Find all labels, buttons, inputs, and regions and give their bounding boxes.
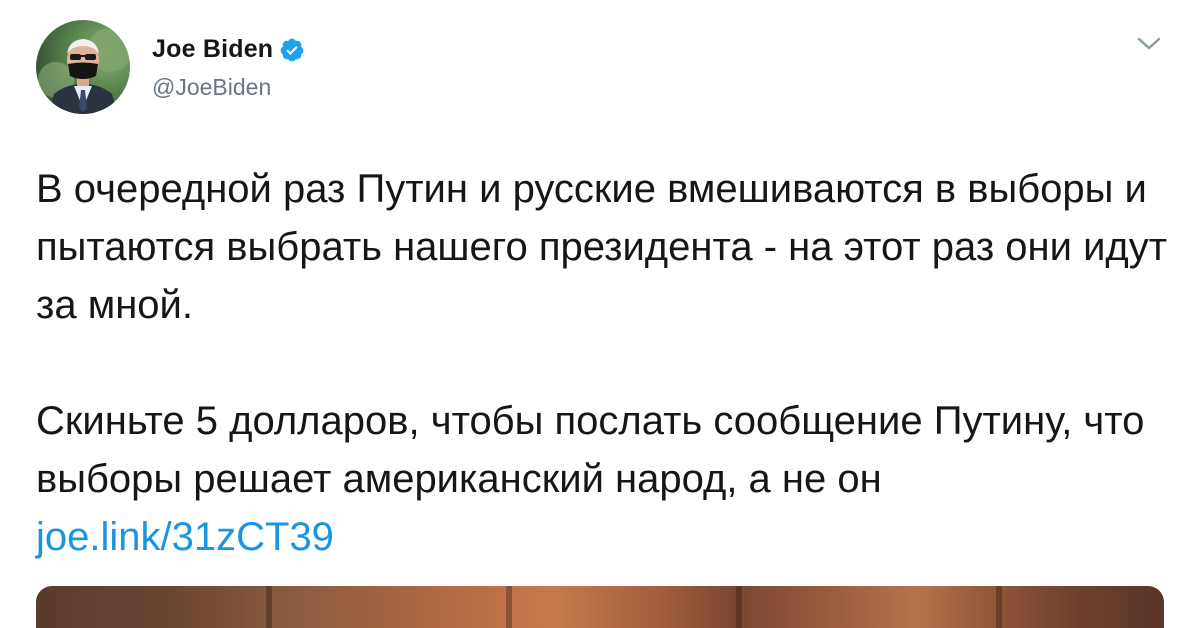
- media-stripe: [266, 586, 272, 628]
- tweet-paragraph-2-text: Скиньте 5 долларов, чтобы послать сообще…: [36, 399, 1145, 501]
- avatar-photo-icon: [38, 28, 130, 114]
- media-stripe: [736, 586, 742, 628]
- tweet-menu-button[interactable]: [1136, 34, 1162, 54]
- verified-badge-icon: [279, 37, 305, 63]
- media-stripe: [996, 586, 1002, 628]
- name-row: Joe Biden: [152, 35, 305, 64]
- avatar[interactable]: [36, 20, 130, 114]
- display-name[interactable]: Joe Biden: [152, 35, 273, 64]
- author-handle[interactable]: @JoeBiden: [152, 74, 305, 101]
- chevron-down-icon: [1137, 37, 1161, 50]
- author-names: Joe Biden @JoeBiden: [152, 35, 305, 101]
- tweet-media-preview[interactable]: [36, 586, 1164, 628]
- tweet-paragraph-2: Скиньте 5 долларов, чтобы послать сообще…: [36, 392, 1176, 566]
- tweet-card: Joe Biden @JoeBiden В очередной раз Пути…: [0, 0, 1200, 628]
- tweet-header: Joe Biden @JoeBiden: [36, 20, 305, 114]
- tweet-link[interactable]: joe.link/31zCT39: [36, 515, 334, 559]
- tweet-paragraph-1: В очередной раз Путин и русские вмешиваю…: [36, 167, 1168, 327]
- tweet-text: В очередной раз Путин и русские вмешиваю…: [36, 160, 1176, 566]
- media-stripe: [506, 586, 512, 628]
